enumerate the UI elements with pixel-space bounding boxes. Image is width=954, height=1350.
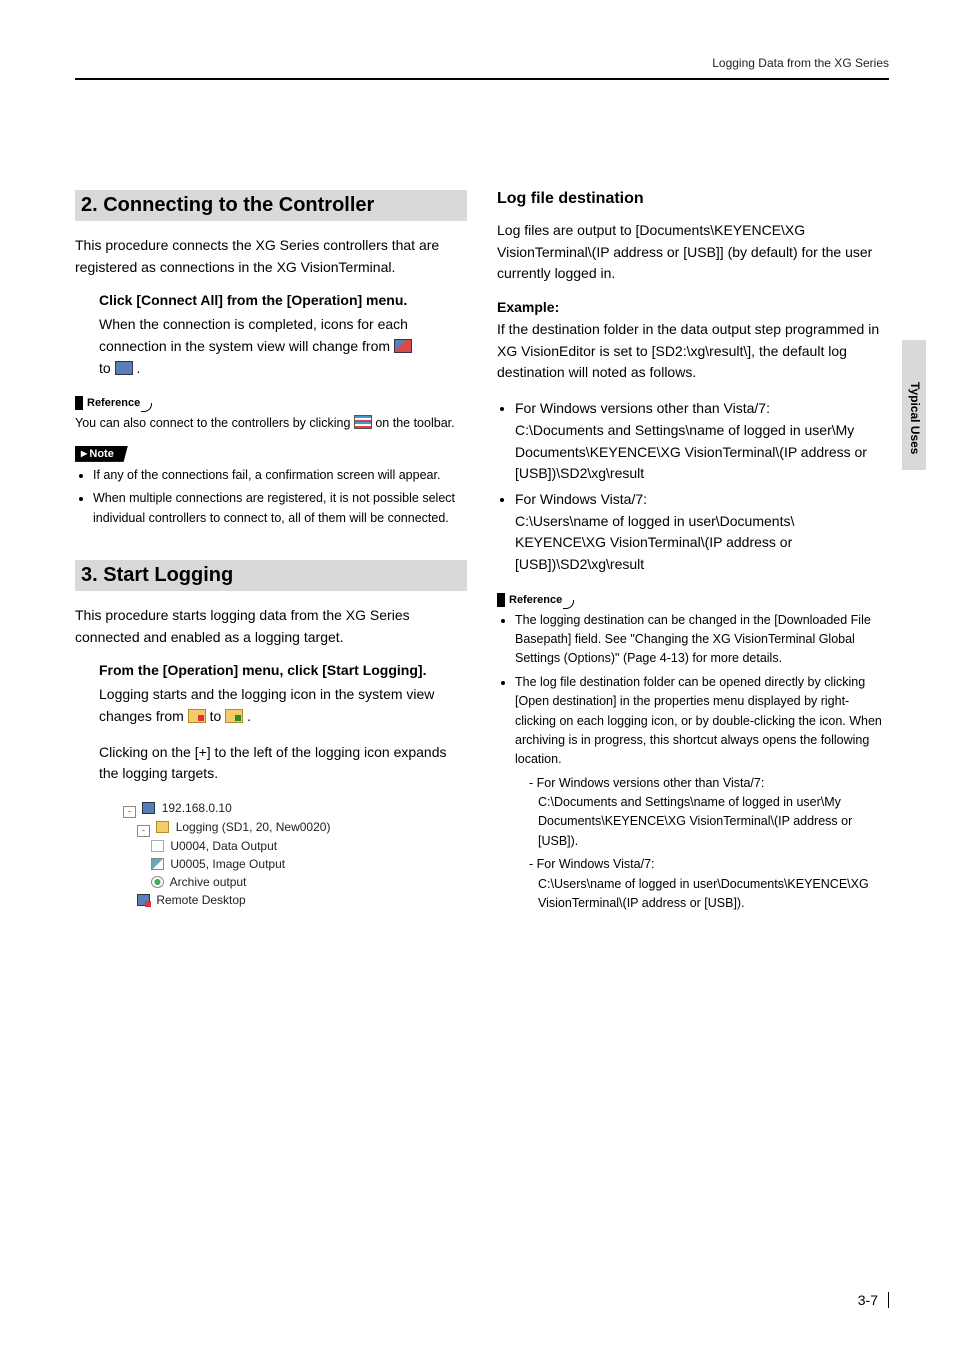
page-container: Logging Data from the XG Series Typical … [0,0,954,1350]
path-1-label: For Windows versions other than Vista/7: [515,400,770,416]
tree-remote: Remote Desktop [137,891,467,909]
sec3-text2: . [247,708,251,724]
tree-child-3-label: Archive output [170,875,247,889]
ref-sub-2-path: C:\Users\name of logged in user\Document… [538,875,889,914]
ref-sub-1-label: For Windows versions other than Vista/7: [537,776,765,790]
note-badge: Note [75,446,128,462]
sec2-step-text2: to [99,360,115,376]
tree-root: - 192.168.0.10 [123,799,467,818]
reference-badge-right: Reference [497,593,568,607]
path-item-2: For Windows Vista/7: C:\Users\name of lo… [515,489,889,576]
sec2-step: Click [Connect All] from the [Operation]… [99,292,467,308]
right-ref-sublist: For Windows versions other than Vista/7:… [529,774,889,914]
path-item-1: For Windows versions other than Vista/7:… [515,398,889,485]
sec2-ref-text2: on the toolbar. [375,416,454,430]
path-2-value: C:\Users\name of logged in user\Document… [515,513,794,572]
header-rule [75,78,889,80]
tree-child-1-label: U0004, Data Output [170,839,277,853]
path-1-value: C:\Documents and Settings\name of logged… [515,422,867,481]
controller-icon [142,802,155,814]
tree-root-label: 192.168.0.10 [162,801,232,815]
ref-sub-2: For Windows Vista/7: C:\Users\name of lo… [529,855,889,913]
archive-output-icon [151,876,164,888]
logging-idle-folder-icon [188,709,206,723]
sec2-step-text3: . [136,360,140,376]
tree-child-1: U0004, Data Output [151,837,467,855]
sec3-step: From the [Operation] menu, click [Start … [99,662,467,678]
side-tab-label: Typical Uses [908,382,922,454]
example-intro: If the destination folder in the data ou… [497,319,889,384]
image-output-icon [151,858,164,870]
connect-all-toolbar-icon [354,415,372,429]
tree-remote-label: Remote Desktop [156,893,245,907]
tree-child-2-label: U0005, Image Output [170,857,285,871]
reference-badge: Reference [75,396,146,410]
sec2-ref-text1: You can also connect to the controllers … [75,416,354,430]
sec2-step-detail: When the connection is completed, icons … [99,314,467,379]
log-dest-intro: Log files are output to [Documents\KEYEN… [497,220,889,285]
right-column: Log file destination Log files are outpu… [497,190,889,927]
tree-logging: - Logging (SD1, 20, New0020) [137,818,467,837]
sec3-text1: Logging starts and the logging icon in t… [99,686,434,724]
sec3-intro: This procedure starts logging data from … [75,605,467,648]
logging-active-folder-icon [225,709,243,723]
right-ref-2: The log file destination folder can be o… [515,673,889,914]
connection-connected-icon [115,361,133,375]
tree-collapse-icon: - [137,825,150,837]
sec2-note-1: If any of the connections fail, a confir… [93,466,467,485]
ref-sub-2-label: For Windows Vista/7: [537,857,655,871]
data-output-icon [151,840,164,852]
tree-logging-label: Logging (SD1, 20, New0020) [176,820,331,834]
sec3-step-detail: Logging starts and the logging icon in t… [99,684,467,727]
running-header: Logging Data from the XG Series [712,56,889,70]
sec2-step-text1: When the connection is completed, icons … [99,316,408,354]
sec2-reference: You can also connect to the controllers … [75,414,467,433]
sec2-note-2: When multiple connections are registered… [93,489,467,528]
sec2-note-list: If any of the connections fail, a confir… [93,466,467,528]
path-2-label: For Windows Vista/7: [515,491,647,507]
sec3-expand: Clicking on the [+] to the left of the l… [99,742,467,785]
right-ref-1: The logging destination can be changed i… [515,611,889,669]
sec2-intro: This procedure connects the XG Series co… [75,235,467,278]
page-number: 3-7 [858,1292,889,1308]
tree-child-2: U0005, Image Output [151,855,467,873]
tree-collapse-icon: - [123,806,136,818]
tree-child-3: Archive output [151,873,467,891]
path-list: For Windows versions other than Vista/7:… [515,398,889,576]
right-ref-list: The logging destination can be changed i… [515,611,889,914]
right-ref-2-text: The log file destination folder can be o… [515,675,882,767]
folder-icon [156,821,169,833]
example-label: Example: [497,299,889,315]
left-column: 2. Connecting to the Controller This pro… [75,190,467,927]
section-3-title: 3. Start Logging [75,560,467,591]
remote-desktop-icon [137,894,150,906]
system-tree: - 192.168.0.10 - Logging (SD1, 20, New00… [123,799,467,909]
sec3-mid: to [210,708,226,724]
section-2-title: 2. Connecting to the Controller [75,190,467,221]
ref-sub-1: For Windows versions other than Vista/7:… [529,774,889,852]
log-dest-heading: Log file destination [497,190,889,208]
ref-sub-1-path: C:\Documents and Settings\name of logged… [538,793,889,851]
connection-disconnected-icon [394,339,412,353]
